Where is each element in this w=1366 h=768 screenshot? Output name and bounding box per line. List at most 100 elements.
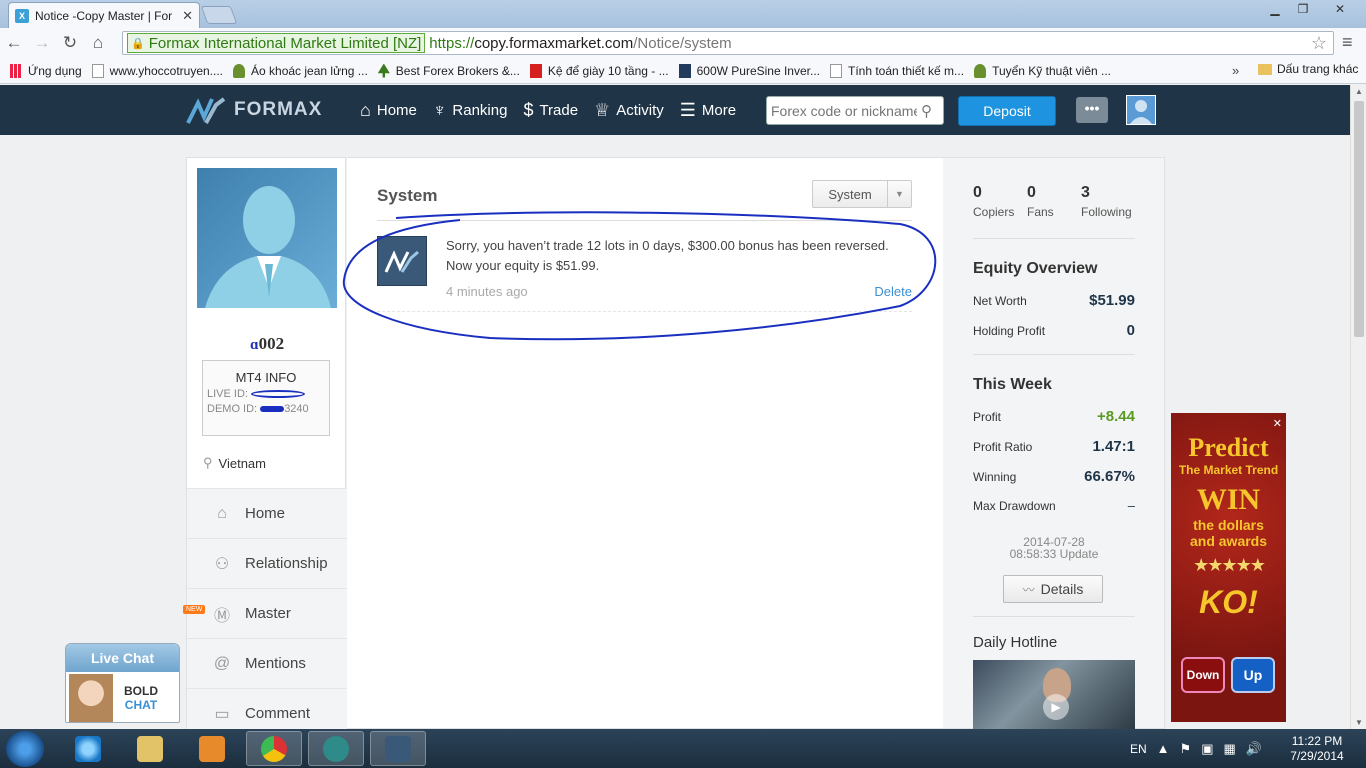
action-center-icon[interactable]: ⚑	[1180, 741, 1192, 757]
details-button[interactable]: 〰 Details	[1003, 575, 1103, 603]
new-tab-button[interactable]	[200, 6, 238, 24]
taskbar-chrome[interactable]	[246, 731, 302, 766]
bookmark-item[interactable]: 600W PureSine Inver...	[678, 63, 820, 78]
reload-icon[interactable]: ↻	[56, 33, 84, 53]
user-avatar[interactable]	[1126, 95, 1156, 125]
nav-ranking[interactable]: ♆ Ranking	[433, 100, 508, 121]
sidebar-item-master[interactable]: Ⓜ Master	[187, 588, 347, 638]
profile-picture[interactable]	[197, 168, 337, 308]
scrollbar-thumb[interactable]	[1354, 101, 1364, 337]
window-close-icon[interactable]: ✕	[1318, 0, 1362, 18]
page-scrollbar[interactable]: ▲ ▼	[1350, 85, 1366, 729]
fans-stat[interactable]: 0 Fans	[1027, 184, 1081, 219]
ad-down-button[interactable]: Down	[1181, 657, 1225, 693]
profit-value: +8.44	[1097, 408, 1135, 425]
bookmark-item[interactable]: Best Forex Brokers &...	[377, 63, 520, 78]
nav-label: More	[701, 101, 737, 119]
profit-row: Profit +8.44	[973, 408, 1135, 425]
home-browser-icon[interactable]: ⌂	[84, 33, 112, 53]
start-button[interactable]	[6, 731, 44, 767]
volume-icon[interactable]: 🔊	[1246, 741, 1262, 757]
sidebar-item-home[interactable]: ⌂ Home	[187, 488, 347, 538]
forward-icon[interactable]: →	[28, 33, 56, 53]
nav-trade[interactable]: $ Trade	[523, 100, 578, 121]
ev-certificate-badge[interactable]: 🔒 Formax International Market Limited [N…	[127, 33, 426, 53]
taskbar-app[interactable]	[308, 731, 364, 766]
location-pin-icon: ⚲	[203, 455, 213, 470]
bookmark-star-icon[interactable]: ☆	[1311, 33, 1327, 54]
at-icon: @	[213, 654, 231, 672]
copiers-stat[interactable]: 0 Copiers	[973, 184, 1027, 219]
network-icon[interactable]: ▦	[1224, 741, 1236, 757]
browser-tab[interactable]: X Notice -Copy Master | For ✕	[8, 2, 200, 28]
notice-type-select[interactable]: System ▼	[812, 180, 912, 208]
formax-logo[interactable]: FORMAX	[186, 95, 322, 125]
messages-icon[interactable]: •••	[1076, 97, 1108, 123]
maximize-icon[interactable]: ❐	[1290, 0, 1316, 18]
search-input[interactable]	[771, 102, 917, 119]
formax-logo-icon	[186, 97, 226, 124]
play-icon[interactable]: ▶	[1043, 694, 1069, 720]
details-label: Details	[1040, 581, 1084, 597]
nav-activity[interactable]: ♕ Activity	[594, 100, 664, 121]
nav-label: Activity	[616, 101, 664, 119]
bookmark-label: www.yhoccotruyen....	[109, 63, 224, 78]
usb-icon[interactable]: ▣	[1201, 741, 1213, 757]
live-chat-widget[interactable]: Live Chat BOLD CHAT	[65, 643, 180, 723]
bookmark-item[interactable]: Tuyển Kỹ thuật viên ...	[974, 63, 1111, 78]
deposit-button[interactable]: Deposit	[958, 96, 1056, 126]
other-bookmarks-folder[interactable]: Dấu trang khác	[1258, 62, 1358, 76]
scroll-up-icon[interactable]: ▲	[1351, 87, 1366, 96]
nav-home[interactable]: ⌂ Home	[360, 100, 417, 121]
bookmark-item[interactable]: Kệ để giày 10 tầng - ...	[529, 63, 669, 78]
ad-up-button[interactable]: Up	[1231, 657, 1275, 693]
brand-bottom: CHAT	[124, 698, 158, 712]
following-stat[interactable]: 3 Following	[1081, 184, 1141, 219]
formax-icon	[385, 735, 411, 762]
bookmarks-overflow-button[interactable]: »	[1232, 63, 1239, 78]
scroll-down-icon[interactable]: ▼	[1351, 718, 1366, 727]
taskbar-clock[interactable]: 11:22 PM 7/29/2014	[1284, 734, 1350, 764]
sidebar-item-relationship[interactable]: ⚇ Relationship	[187, 538, 347, 588]
site-header: FORMAX ⌂ Home ♆ Ranking $ Trade ♕ Activity ☰…	[0, 85, 1350, 135]
bookmark-item[interactable]: Ứng dụng	[10, 63, 82, 78]
list-icon: ☰	[679, 99, 696, 120]
last-update: 2014-07-28 08:58:33 Update	[973, 536, 1135, 560]
notice-panel: System System ▼ Sorry, you haven’t trade…	[347, 157, 943, 729]
tab-close-icon[interactable]: ✕	[182, 8, 193, 24]
back-icon[interactable]: ←	[0, 33, 28, 53]
bookmark-item[interactable]: www.yhoccotruyen....	[91, 63, 224, 78]
browser-menu-icon[interactable]: ≡	[1342, 32, 1353, 53]
bookmark-item[interactable]: Áo khoác jean lửng ...	[233, 63, 368, 78]
winning-value: 66.67%	[1084, 468, 1135, 485]
language-indicator[interactable]: EN	[1130, 742, 1147, 756]
brand-top: BOLD	[124, 684, 158, 698]
url-protocol: https://	[429, 34, 475, 52]
url-text[interactable]: https://copy.formaxmarket.com/Notice/sys…	[429, 35, 731, 52]
hotline-video-thumbnail[interactable]: ▶	[973, 660, 1135, 730]
stats-sidebar: 0 Copiers 0 Fans 3 Following Equity Overvie…	[943, 157, 1165, 730]
nav-label: Trade	[539, 101, 579, 119]
taskbar-formax[interactable]	[370, 731, 426, 766]
search-icon[interactable]: ⚲	[921, 102, 932, 120]
taskbar-media-player[interactable]	[184, 731, 240, 766]
ad-headline: Predict	[1188, 433, 1269, 462]
close-ad-icon[interactable]: ✕	[1273, 417, 1282, 430]
trophy-icon: ♕	[594, 99, 611, 120]
location-text: Vietnam	[218, 455, 266, 471]
delete-notice-link[interactable]: Delete	[874, 284, 912, 299]
bookmark-item[interactable]: Tính toán thiết kế m...	[830, 63, 964, 78]
tree-icon	[377, 63, 390, 78]
address-bar[interactable]: 🔒 Formax International Market Limited [N…	[122, 31, 1334, 55]
winning-row: Winning 66.67%	[973, 468, 1135, 485]
apps-icon	[10, 63, 22, 78]
nav-more[interactable]: ☰ More	[680, 100, 736, 121]
show-hidden-icons[interactable]: ▲	[1157, 741, 1170, 756]
taskbar-explorer[interactable]	[122, 731, 178, 766]
taskbar-ie[interactable]	[60, 731, 116, 766]
minimize-icon[interactable]: ▁	[1262, 0, 1288, 18]
live-id-label: LIVE ID:	[207, 388, 248, 400]
notice-message: Sorry, you haven’t trade 12 lots in 0 da…	[446, 238, 889, 273]
sidebar-item-mentions[interactable]: @ Mentions	[187, 638, 347, 688]
predict-market-ad[interactable]: ✕ Predict The Market Trend WIN the dolla…	[1171, 413, 1286, 722]
